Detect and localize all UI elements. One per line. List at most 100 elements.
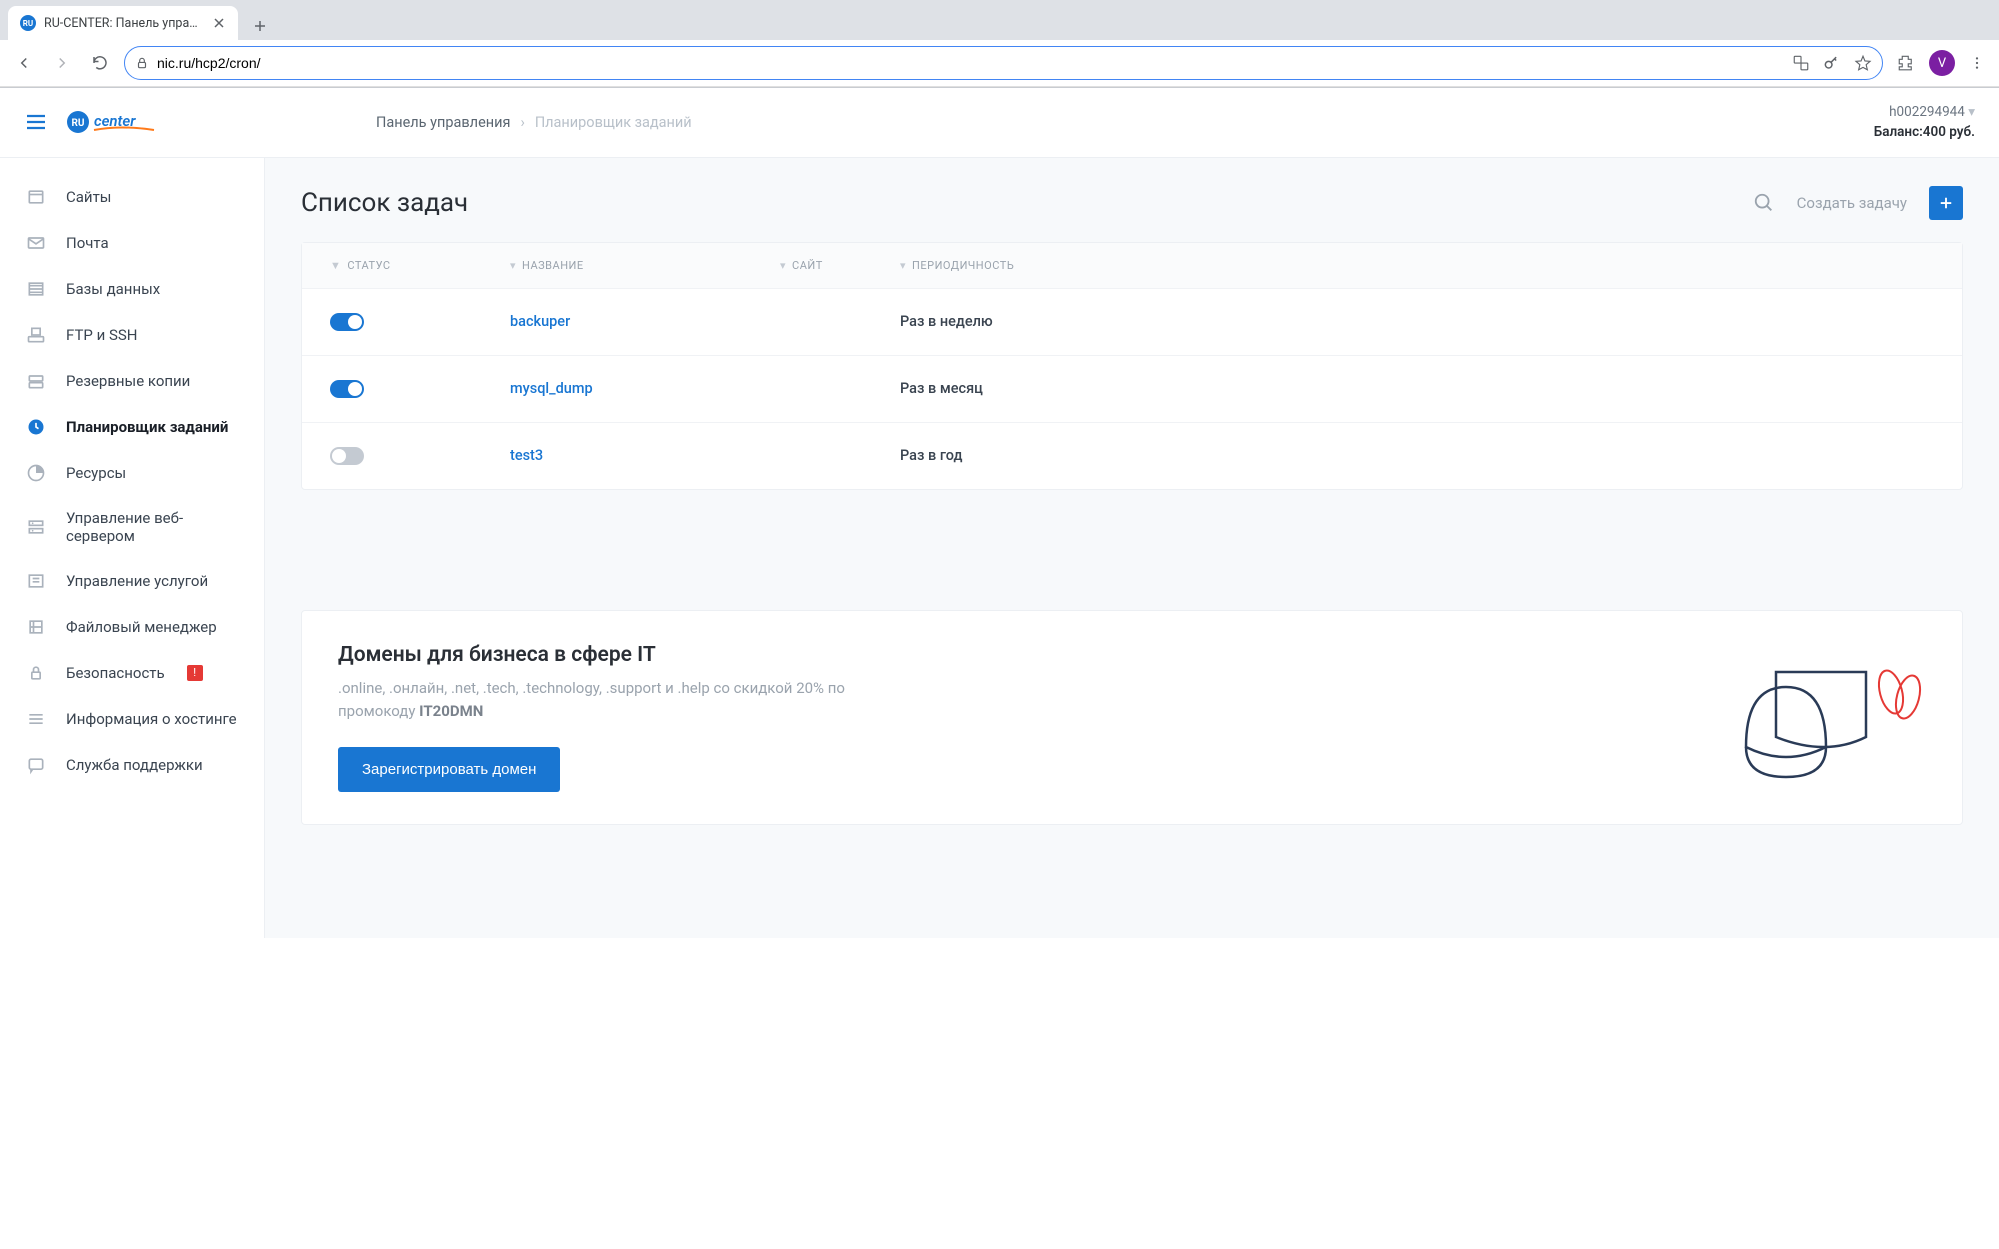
column-site[interactable]: ▾САЙТ [780, 259, 900, 272]
breadcrumb-root[interactable]: Панель управления [376, 114, 510, 131]
menu-icon[interactable] [1969, 55, 1985, 71]
sidebar-item-sites[interactable]: Сайты [0, 174, 264, 220]
sidebar-item-security[interactable]: Безопасность! [0, 650, 264, 696]
column-frequency[interactable]: ▾ПЕРИОДИЧНОСТЬ [900, 259, 1934, 272]
task-frequency: Раз в неделю [900, 313, 993, 330]
key-icon[interactable] [1822, 53, 1842, 73]
close-icon[interactable] [212, 16, 226, 30]
sidebar-item-label: Базы данных [66, 280, 160, 298]
hamburger-icon[interactable] [24, 110, 48, 134]
balance-value: 400 руб. [1923, 124, 1975, 140]
table-header: ▼СТАТУС ▾НАЗВАНИЕ ▾САЙТ ▾ПЕРИОДИЧНОСТЬ [302, 243, 1962, 289]
add-task-button[interactable] [1929, 186, 1963, 220]
table-row[interactable]: mysql_dump Раз в месяц [302, 356, 1962, 423]
sidebar-item-label: Почта [66, 234, 109, 252]
account-id: h002294944 [1889, 104, 1965, 120]
sidebar-item-service[interactable]: Управление услугой [0, 558, 264, 604]
status-toggle[interactable] [330, 380, 364, 398]
sidebar-item-resources[interactable]: Ресурсы [0, 450, 264, 496]
app-header: RU center Панель управления › Планировщи… [0, 88, 1999, 158]
support-icon [26, 755, 46, 775]
sidebar-item-label: Сайты [66, 188, 111, 206]
sidebar-item-label: Резервные копии [66, 372, 190, 390]
sidebar-item-label: FTP и SSH [66, 326, 137, 344]
new-tab-button[interactable] [246, 12, 274, 40]
profile-avatar[interactable]: V [1929, 50, 1955, 76]
favicon-icon: RU [20, 15, 36, 31]
sidebar-item-backup[interactable]: Резервные копии [0, 358, 264, 404]
search-icon[interactable] [1753, 192, 1775, 214]
reload-button[interactable] [86, 49, 114, 77]
task-name-link[interactable]: test3 [510, 447, 543, 464]
server-icon [26, 517, 46, 537]
backup-icon [26, 371, 46, 391]
column-status[interactable]: ▼СТАТУС [330, 259, 510, 272]
sidebar-item-info[interactable]: Информация о хостинге [0, 696, 264, 742]
breadcrumb-current: Планировщик заданий [535, 114, 692, 131]
sidebar-item-label: Управление услугой [66, 572, 208, 590]
chevron-right-icon: › [520, 114, 524, 131]
tab-bar: RU RU-CENTER: Панель управле [0, 0, 1999, 40]
task-frequency: Раз в месяц [900, 380, 983, 397]
promo-description: .online, .онлайн, .net, .tech, .technolo… [338, 677, 898, 724]
sidebar-item-label: Служба поддержки [66, 756, 203, 774]
sidebar-item-support[interactable]: Служба поддержки [0, 742, 264, 788]
mail-icon [26, 233, 46, 253]
balance-label: Баланс: [1874, 124, 1923, 140]
resources-icon [26, 463, 46, 483]
back-button[interactable] [10, 49, 38, 77]
url-input[interactable] [157, 55, 1784, 71]
forward-button[interactable] [48, 49, 76, 77]
clock-icon [26, 417, 46, 437]
table-row[interactable]: test3 Раз в год [302, 423, 1962, 489]
sidebar-item-label: Планировщик заданий [66, 418, 228, 436]
sidebar-item-server[interactable]: Управление веб-сервером [0, 496, 264, 558]
register-domain-button[interactable]: Зарегистрировать домен [338, 747, 560, 792]
tasks-table: ▼СТАТУС ▾НАЗВАНИЕ ▾САЙТ ▾ПЕРИОДИЧНОСТЬ b… [301, 242, 1963, 490]
files-icon [26, 617, 46, 637]
extensions-icon[interactable] [1897, 54, 1915, 72]
sidebar-item-files[interactable]: Файловый менеджер [0, 604, 264, 650]
task-frequency: Раз в год [900, 447, 962, 464]
column-name[interactable]: ▾НАЗВАНИЕ [510, 259, 780, 272]
sidebar-item-label: Информация о хостинге [66, 710, 237, 728]
table-row[interactable]: backuper Раз в неделю [302, 289, 1962, 356]
browser-chrome: RU RU-CENTER: Панель управле [0, 0, 1999, 88]
translate-icon[interactable] [1792, 54, 1810, 72]
security-icon [26, 663, 46, 683]
task-name-link[interactable]: backuper [510, 313, 570, 330]
ftp-icon [26, 325, 46, 345]
svg-text:RU: RU [23, 19, 33, 28]
promo-banner: Домены для бизнеса в сфере IT .online, .… [301, 610, 1963, 826]
sidebar-item-clock[interactable]: Планировщик заданий [0, 404, 264, 450]
sidebar-item-label: Ресурсы [66, 464, 126, 482]
sidebar-item-label: Управление веб-сервером [66, 509, 240, 545]
sidebar-item-db[interactable]: Базы данных [0, 266, 264, 312]
create-task-label: Создать задачу [1797, 194, 1907, 212]
sidebar-item-label: Безопасность [66, 664, 165, 682]
lock-icon [135, 56, 149, 70]
omnibox-right-icons [1792, 53, 1872, 73]
task-name-link[interactable]: mysql_dump [510, 380, 593, 397]
sort-icon: ▾ [510, 259, 516, 272]
sidebar: Сайты Почта Базы данных FTP и SSH Резервные … [0, 158, 265, 938]
promo-illustration [1726, 647, 1926, 787]
extensions-area: V [1893, 50, 1989, 76]
browser-toolbar: V [0, 40, 1999, 87]
sidebar-item-mail[interactable]: Почта [0, 220, 264, 266]
service-icon [26, 571, 46, 591]
brand-logo[interactable]: RU center [66, 107, 158, 137]
breadcrumb: Панель управления › Планировщик заданий [376, 114, 692, 131]
address-bar[interactable] [124, 46, 1883, 80]
status-toggle[interactable] [330, 447, 364, 465]
promo-title: Домены для бизнеса в сфере IT [338, 643, 898, 667]
browser-tab[interactable]: RU RU-CENTER: Панель управле [8, 6, 238, 40]
sites-icon [26, 187, 46, 207]
account-block[interactable]: h002294944 ▾ Баланс:400 руб. [1874, 102, 1975, 143]
star-icon[interactable] [1854, 54, 1872, 72]
sidebar-item-ftp[interactable]: FTP и SSH [0, 312, 264, 358]
page-title: Список задач [301, 188, 468, 218]
tab-title: RU-CENTER: Панель управле [44, 16, 204, 31]
main-content: Список задач Создать задачу ▼СТАТУС ▾НАЗ… [265, 158, 1999, 938]
status-toggle[interactable] [330, 313, 364, 331]
